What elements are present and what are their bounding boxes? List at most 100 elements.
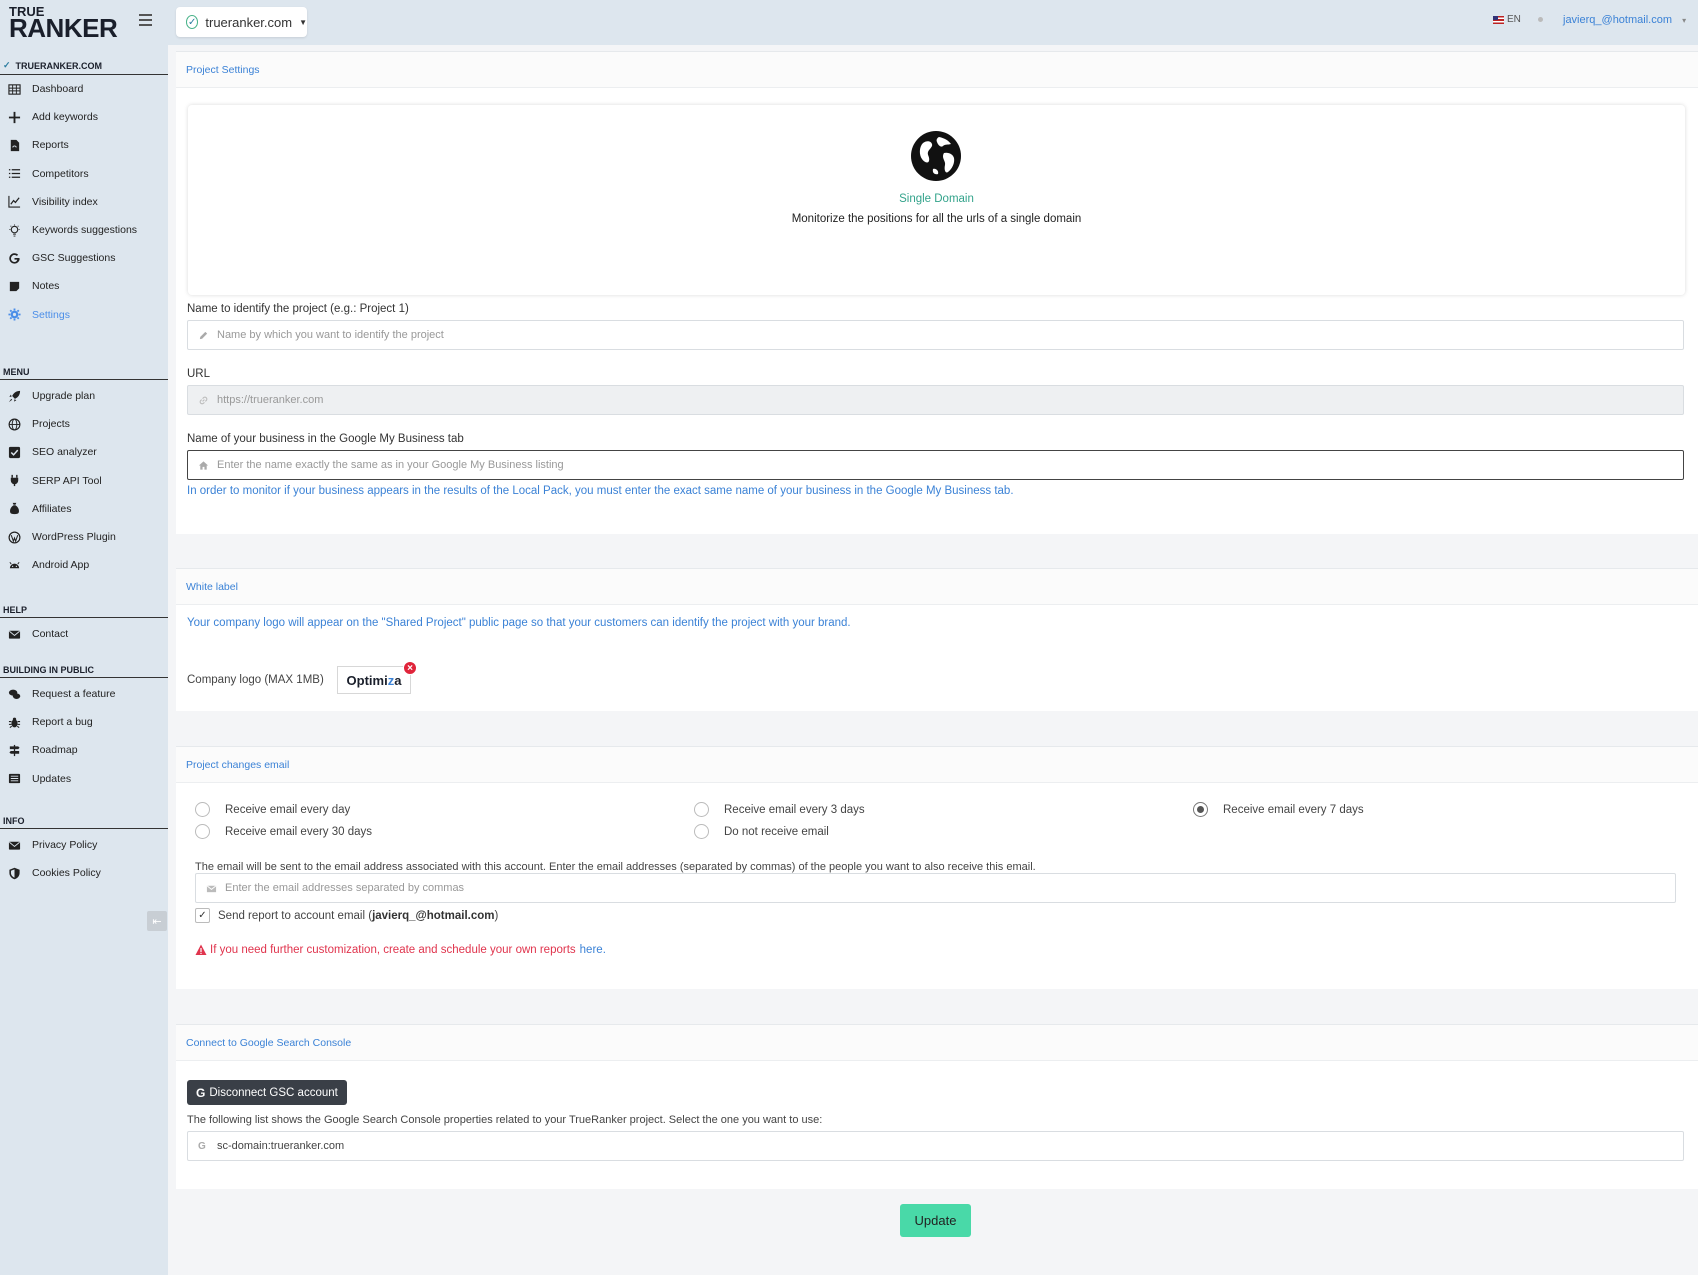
pdf-file-icon [7,138,21,152]
sidebar-item-label: SEO analyzer [32,446,97,459]
verified-check-icon: ✓ [3,60,11,70]
sidebar-item-visibility-index[interactable]: Visibility index [0,192,168,212]
company-logo-preview[interactable]: Optimi z a [337,666,411,694]
sidebar-item-label: Notes [32,280,60,293]
sidebar-item-roadmap[interactable]: Roadmap [0,740,168,760]
additional-emails-input[interactable]: Enter the email addresses separated by c… [195,873,1676,903]
sidebar-item-label: Settings [32,308,70,321]
domain-type-option[interactable]: Single Domain Monitorize the positions f… [188,105,1685,295]
sidebar-item-seo-analyzer[interactable]: SEO analyzer [0,442,168,462]
sidebar-item-contact[interactable]: Contact [0,624,168,644]
sidebar-item-android-app[interactable]: Android App [0,555,168,575]
sidebar-item-serp-api-tool[interactable]: SERP API Tool [0,471,168,491]
list-icon [7,167,21,181]
sidebar-item-label: Projects [32,418,70,431]
us-flag-icon [1493,15,1504,24]
radio-button-selected[interactable] [1193,802,1208,817]
note-icon [7,279,21,293]
divider [0,379,168,380]
radio-email-none[interactable]: Do not receive email [694,824,829,839]
gsc-card: Connect to Google Search Console G Disco… [176,1024,1698,1189]
radio-button[interactable] [694,824,709,839]
comments-icon [7,687,21,701]
sidebar-section-help: HELP [3,605,28,615]
sidebar-project-header[interactable]: ✓ TRUERANKER.COM [3,60,102,71]
radio-email-30-days[interactable]: Receive email every 30 days [195,824,372,839]
update-button[interactable]: Update [900,1204,971,1237]
sidebar-item-competitors[interactable]: Competitors [0,164,168,184]
menu-toggle-icon[interactable] [139,14,152,26]
custom-reports-link[interactable]: here [580,944,603,956]
sidebar-item-updates[interactable]: Updates [0,769,168,789]
gsc-property-select[interactable]: G sc-domain:trueranker.com [187,1131,1684,1161]
shield-icon [7,866,21,880]
radio-button[interactable] [195,824,210,839]
sidebar-section-building: BUILDING IN PUBLIC [3,665,94,675]
sidebar-item-label: Competitors [32,167,89,180]
sidebar-item-label: Roadmap [32,744,78,757]
domain-type-description: Monitorize the positions for all the url… [791,213,1082,225]
sidebar-item-dashboard[interactable]: Dashboard [0,79,168,99]
sidebar-item-label: Keywords suggestions [32,224,138,236]
project-name-input[interactable]: Name by which you want to identify the p… [187,320,1684,350]
radio-button[interactable] [694,802,709,817]
chevron-down-icon: ▾ [1682,16,1687,25]
envelope-icon [7,838,21,852]
sidebar-item-wordpress-plugin[interactable]: WordPress Plugin [0,527,168,547]
divider [0,828,168,829]
radio-email-daily[interactable]: Receive email every day [195,802,350,817]
collapse-sidebar-button[interactable]: ⇤ [147,911,167,931]
sidebar: ✓ TRUERANKER.COM Dashboard Add keywords Re… [0,45,168,1275]
white-label-note: Your company logo will appear on the "Sh… [187,617,851,629]
sidebar-item-keywords-suggestions[interactable]: Keywords suggestions [0,220,168,240]
sidebar-item-label: Visibility index [32,195,98,208]
company-logo-label: Company logo (MAX 1MB) [187,674,324,686]
sidebar-item-label: GSC Suggestions [32,252,116,265]
sidebar-item-notes[interactable]: Notes [0,276,168,296]
project-selector[interactable]: ✓ trueranker.com ▼ [176,7,307,37]
bug-icon [7,715,21,729]
divider [0,74,168,75]
sidebar-section-menu: MENU [3,367,30,377]
lightbulb-icon [7,223,21,237]
warning-icon [195,944,207,955]
status-dot [1538,17,1543,22]
sign-out-icon: ⇤ [152,915,162,928]
sidebar-section-info: INFO [3,816,25,826]
send-to-account-checkbox[interactable]: ✓ [195,908,210,923]
plus-icon [7,110,21,124]
sidebar-item-cookies-policy[interactable]: Cookies Policy [0,863,168,883]
remove-logo-icon[interactable]: × [403,661,417,675]
sidebar-item-label: SERP API Tool [32,474,102,487]
sidebar-item-report-a-bug[interactable]: Report a bug [0,712,168,732]
globe-icon [7,417,21,431]
google-icon: G [196,1085,206,1100]
sidebar-item-reports[interactable]: Reports [0,135,168,155]
money-bag-icon [7,502,21,516]
table-icon [7,82,21,96]
radio-button[interactable] [195,802,210,817]
language-selector[interactable]: EN [1493,14,1521,25]
trueranker-logo[interactable]: TRUE RANKER [9,4,118,43]
business-name-label: Name of your business in the Google My B… [187,433,464,445]
sidebar-item-upgrade-plan[interactable]: Upgrade plan [0,386,168,406]
radio-email-3-days[interactable]: Receive email every 3 days [694,802,865,817]
sidebar-item-label: Android App [32,559,90,572]
business-name-input[interactable]: Enter the name exactly the same as in yo… [187,450,1684,480]
sidebar-item-projects[interactable]: Projects [0,414,168,434]
business-name-hint: In order to monitor if your business app… [187,485,1014,497]
user-menu[interactable]: javierq_@hotmail.com ▾ [1563,14,1686,26]
disconnect-gsc-button[interactable]: G Disconnect GSC account [187,1080,347,1105]
sidebar-item-gsc-suggestions[interactable]: GSC Suggestions [0,248,168,268]
send-to-account-option[interactable]: ✓ Send report to account email (javierq_… [195,908,498,923]
sidebar-item-settings[interactable]: Settings [0,305,168,325]
sidebar-item-add-keywords[interactable]: Add keywords [0,107,168,127]
sidebar-item-privacy-policy[interactable]: Privacy Policy [0,835,168,855]
radio-email-7-days[interactable]: Receive email every 7 days [1193,802,1364,817]
card-title: White label [176,569,1698,605]
sidebar-item-request-a-feature[interactable]: Request a feature [0,684,168,704]
domain-type-title: Single Domain [899,193,974,205]
sidebar-item-affiliates[interactable]: Affiliates [0,499,168,519]
project-name-label: Name to identify the project (e.g.: Proj… [187,303,409,315]
google-icon [7,251,21,265]
